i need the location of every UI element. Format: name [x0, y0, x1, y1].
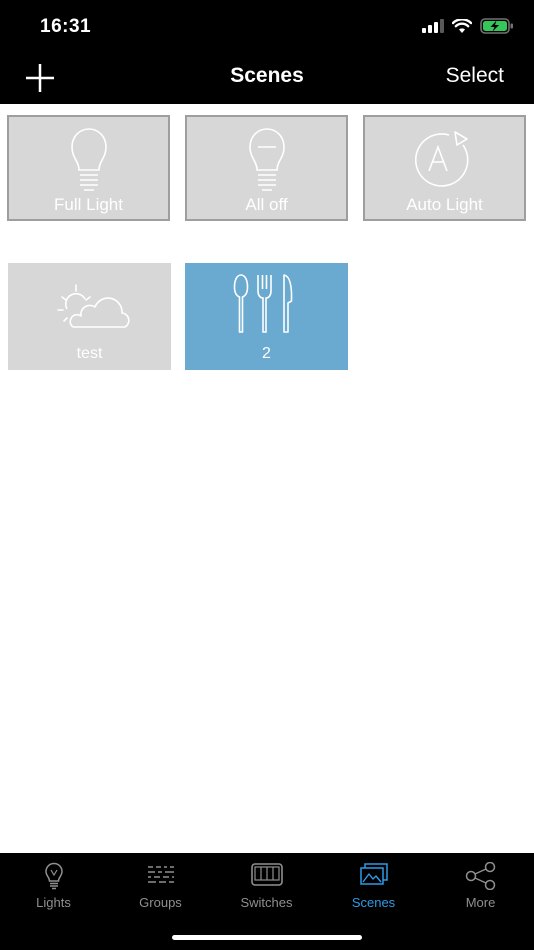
- select-button[interactable]: Select: [446, 64, 504, 88]
- scene-label: Auto Light: [406, 195, 483, 214]
- scene-label: All off: [245, 195, 288, 214]
- tab-switches[interactable]: Switches: [213, 853, 320, 915]
- tab-scenes[interactable]: Scenes: [320, 853, 427, 915]
- share-icon: [465, 862, 495, 890]
- cutlery-icon: [233, 274, 292, 333]
- lightbulb-icon: [44, 862, 63, 890]
- tab-label: More: [465, 895, 496, 910]
- scene-label: test: [76, 345, 103, 362]
- scene-tile-full-light[interactable]: Full Light: [7, 115, 170, 221]
- tab-lights[interactable]: Lights: [0, 853, 107, 915]
- lightbulb-icon: [70, 128, 107, 191]
- tab-groups[interactable]: Groups: [107, 853, 214, 915]
- tab-label: Groups: [139, 895, 182, 910]
- scene-label: Full Light: [54, 195, 123, 214]
- groups-icon: [147, 866, 174, 883]
- scene-tile-all-off[interactable]: All off: [185, 115, 348, 221]
- switches-icon: [250, 863, 283, 886]
- lightbulb-off-icon: [248, 128, 285, 191]
- status-icons: [422, 17, 514, 35]
- scene-tile-test[interactable]: test: [8, 263, 171, 370]
- scene-tile-auto-light[interactable]: Auto Light: [363, 115, 526, 221]
- tab-label: Lights: [36, 895, 71, 910]
- plus-icon: [26, 64, 54, 92]
- tab-more[interactable]: More: [427, 853, 534, 915]
- auto-light-icon: [414, 131, 469, 187]
- scene-tile-2[interactable]: 2: [185, 263, 348, 370]
- sun-cloud-icon: [56, 284, 130, 328]
- scenes-icon: [359, 863, 388, 885]
- signal-icon: [422, 19, 444, 33]
- status-bar: 16:31: [0, 0, 534, 50]
- tab-label: Scenes: [351, 895, 396, 910]
- scene-label: 2: [262, 345, 271, 362]
- tab-label: Switches: [240, 895, 293, 910]
- wifi-icon: [452, 18, 472, 33]
- add-scene-button[interactable]: [22, 60, 58, 96]
- home-indicator: [172, 935, 362, 940]
- battery-charging-icon: [480, 18, 513, 34]
- status-time: 16:31: [40, 16, 92, 37]
- navigation-bar: Scenes Select: [0, 50, 534, 104]
